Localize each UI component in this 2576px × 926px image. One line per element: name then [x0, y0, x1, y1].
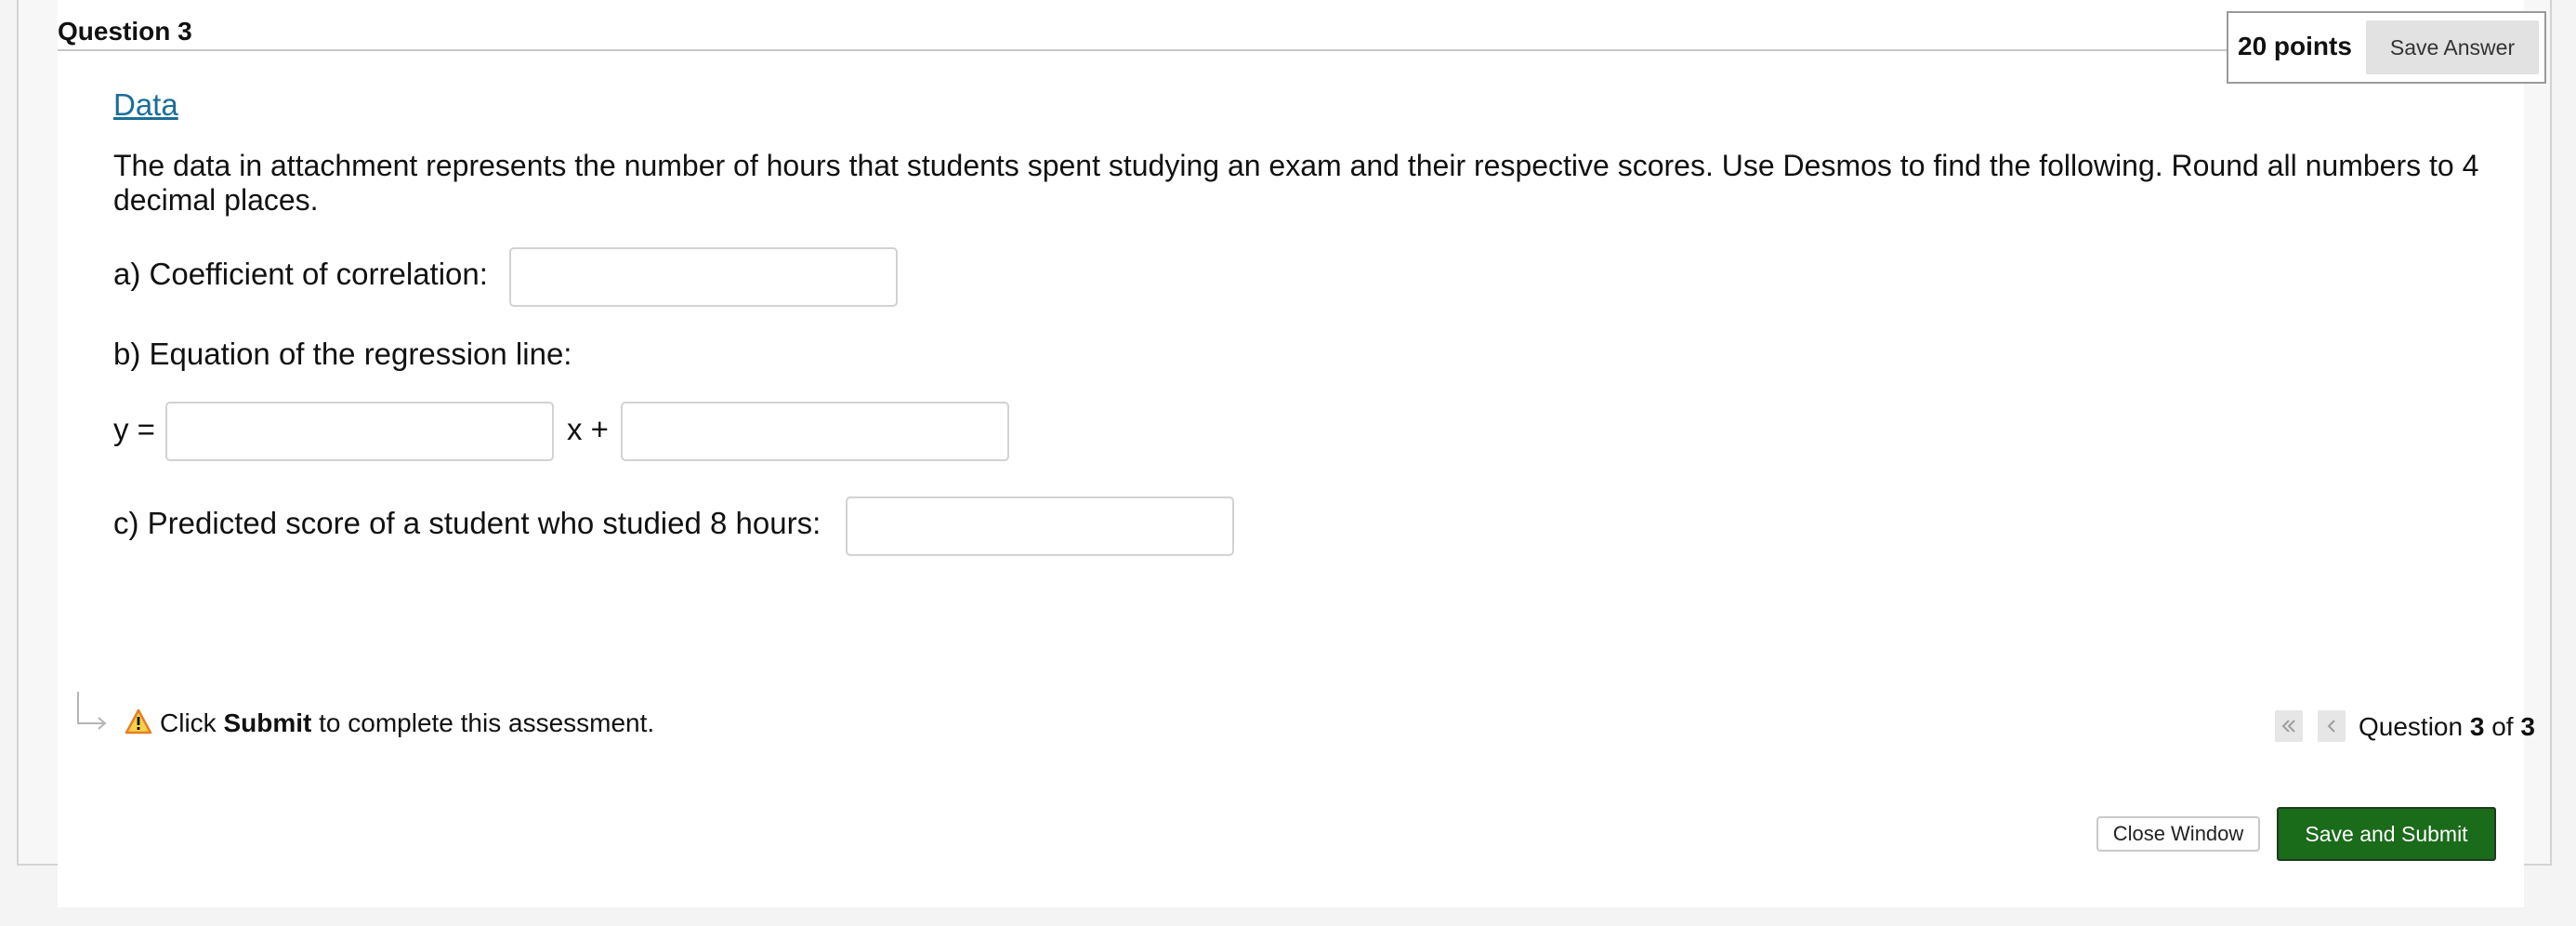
first-question-button[interactable]: [2275, 710, 2303, 742]
question-divider: [58, 49, 2232, 51]
points-box: 20 points Save Answer: [2227, 11, 2546, 84]
part-b-label: b) Equation of the regression line:: [113, 337, 572, 371]
previous-question-button[interactable]: [2318, 710, 2346, 742]
position-prefix: Question: [2359, 712, 2470, 741]
predicted-score-input[interactable]: [846, 496, 1234, 556]
submit-hint-text: Click Submit to complete this assessment…: [160, 708, 654, 738]
submit-hint: Click Submit to complete this assessment…: [74, 690, 818, 739]
points-label: 20 points: [2238, 32, 2352, 60]
intercept-input[interactable]: [621, 402, 1009, 461]
part-a-label: a) Coefficient of correlation:: [113, 257, 488, 291]
question-navigation: Question 3 of 3: [2275, 710, 2535, 747]
double-chevron-left-icon: [2275, 717, 2303, 735]
hint-prefix: Click: [160, 708, 224, 737]
hint-submit-word: Submit: [223, 708, 312, 737]
position-current: 3: [2469, 712, 2485, 741]
save-answer-button[interactable]: Save Answer: [2366, 20, 2539, 74]
slope-input[interactable]: [165, 402, 554, 461]
save-and-submit-button[interactable]: Save and Submit: [2277, 807, 2496, 861]
chevron-left-icon: [2318, 717, 2346, 735]
question-title: Question 3: [58, 17, 192, 46]
question-prompt: The data in attachment represents the nu…: [113, 149, 2479, 217]
y-equals-label: y =: [113, 412, 155, 446]
position-total: 3: [2520, 712, 2535, 741]
close-window-button[interactable]: Close Window: [2096, 816, 2260, 852]
warning-icon: [125, 708, 152, 739]
x-plus-label: x +: [567, 412, 609, 446]
position-separator: of: [2484, 712, 2521, 741]
question-position: Question 3 of 3: [2359, 712, 2535, 742]
hint-suffix: to complete this assessment.: [311, 708, 655, 737]
elbow-arrow-icon: [74, 690, 112, 741]
part-c-label: c) Predicted score of a student who stud…: [113, 506, 821, 540]
data-attachment-link[interactable]: Data: [113, 87, 178, 123]
correlation-input[interactable]: [509, 247, 898, 307]
